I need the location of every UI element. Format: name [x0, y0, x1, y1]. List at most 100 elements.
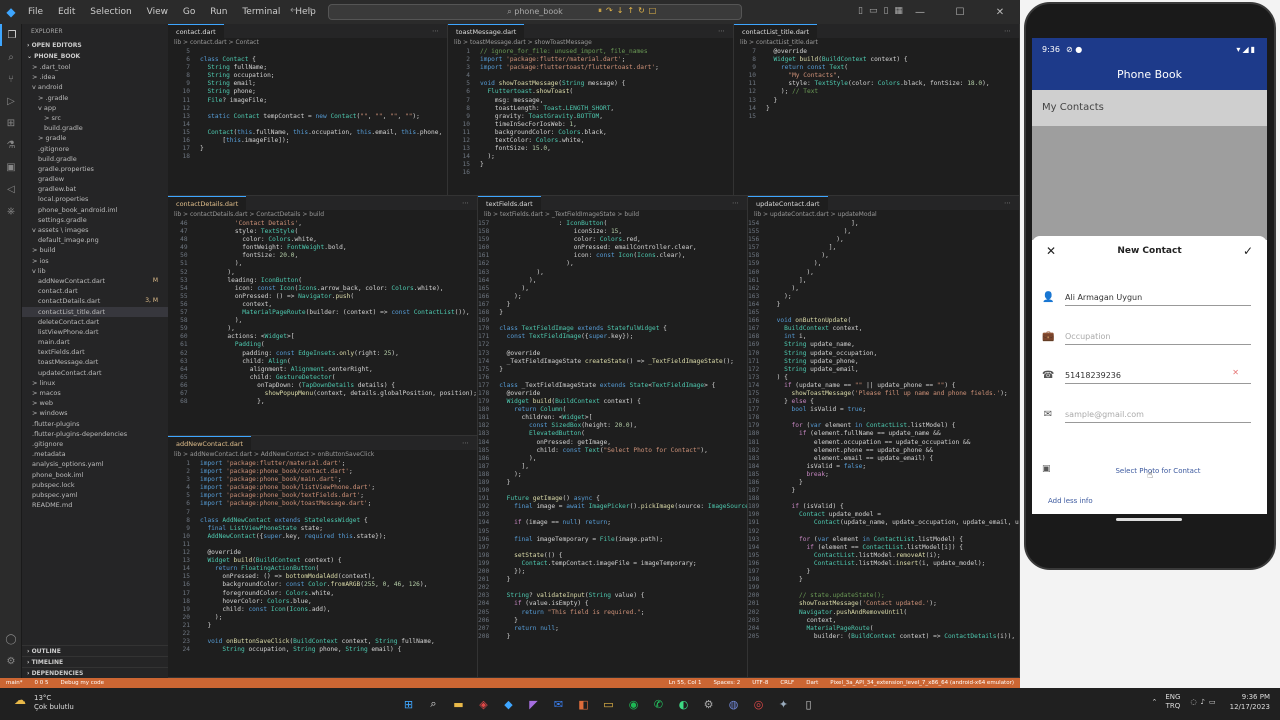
tree-item[interactable]: analysis_options.yaml — [22, 459, 168, 469]
field-value[interactable]: Ali Armagan Uygun — [1065, 293, 1251, 306]
more-actions-icon[interactable]: ⋯ — [1004, 27, 1019, 35]
field-value[interactable]: 51418239236 — [1065, 371, 1251, 384]
tree-item[interactable]: main.dart — [22, 337, 168, 347]
vscode-icon[interactable]: ◆ — [497, 692, 521, 716]
flutter-icon[interactable]: ◁ — [0, 178, 22, 200]
clear-icon[interactable]: ✕ — [1232, 368, 1239, 377]
more-actions-icon[interactable]: ⋯ — [432, 27, 447, 35]
source-control-icon[interactable]: ⑂ — [0, 68, 22, 90]
more-actions-icon[interactable]: ⋯ — [462, 439, 477, 447]
chrome-icon[interactable]: ◎ — [747, 692, 771, 716]
code-area[interactable]: 154 155 156 157 158 159 160 161 162 163 … — [748, 220, 1019, 641]
app-icon[interactable]: ✦ — [772, 692, 796, 716]
editor-tab[interactable]: addNewContact.dart — [168, 436, 252, 450]
powerpoint-icon[interactable]: ◧ — [572, 692, 596, 716]
source-code[interactable]: // ignore_for_file: unused_import, file_… — [476, 48, 659, 178]
spotify-icon[interactable]: ◉ — [622, 692, 646, 716]
tree-item[interactable]: v assets \ images — [22, 225, 168, 235]
contact-field[interactable]: ☎ 51418239236 ✕ — [1032, 362, 1267, 392]
tree-item[interactable]: pubspec.yaml — [22, 490, 168, 500]
tree-item[interactable]: contactList_title.dart — [22, 306, 168, 317]
more-actions-icon[interactable]: ⋯ — [732, 199, 747, 207]
editor-pane-toast[interactable]: toastMessage.dart ⋯ lib > toastMessage.dar… — [448, 24, 734, 196]
tree-item[interactable]: build.gradle — [22, 123, 168, 133]
explorer-icon[interactable]: ❐ — [0, 24, 22, 46]
close-button[interactable]: ✕ — [980, 7, 1020, 18]
folder-icon[interactable]: ▭ — [597, 692, 621, 716]
network-volume-battery-icon[interactable]: ◌♪▭ — [1190, 698, 1219, 706]
command-search[interactable]: ⌕ phone_book — [328, 4, 742, 20]
tree-item[interactable]: > .idea — [22, 72, 168, 82]
editor-tab[interactable]: toastMessage.dart — [448, 24, 525, 38]
more-actions-icon[interactable]: ⋯ — [1004, 199, 1019, 207]
tree-item[interactable]: > linux — [22, 378, 168, 388]
select-photo-button[interactable]: Select Photo for Contact — [1092, 464, 1224, 478]
editor-tab[interactable]: contact.dart — [168, 24, 224, 38]
more-actions-icon[interactable]: ⋯ — [718, 27, 733, 35]
tree-item[interactable]: > macos — [22, 388, 168, 398]
code-area[interactable]: 5 6 7 8 9 10 11 12 13 14 15 16 17 18 cla… — [168, 48, 447, 161]
gesture-handle[interactable] — [1116, 518, 1182, 521]
tree-item[interactable]: v android — [22, 82, 168, 92]
menu-run[interactable]: Run — [210, 7, 227, 17]
tree-item[interactable]: addNewContact.dart M — [22, 276, 168, 286]
editor-pane-updatecontact[interactable]: updateContact.dart ⋯ lib > updateContact.d… — [748, 196, 1020, 678]
remote-icon[interactable]: ⎈ — [0, 200, 22, 222]
whatsapp-icon[interactable]: ✆ — [647, 692, 671, 716]
status-problems[interactable]: 0 0 5 — [35, 678, 49, 688]
visual-studio-icon[interactable]: ◤ — [522, 692, 546, 716]
source-code[interactable]: : IconButton( iconSize: 15, color: Color… — [495, 220, 747, 641]
menu-file[interactable]: File — [28, 7, 43, 17]
extensions-icon[interactable]: ⊞ — [0, 112, 22, 134]
tree-item[interactable]: build.gradle — [22, 154, 168, 164]
code-area[interactable]: 46 47 48 49 50 51 52 53 54 55 56 57 58 5… — [168, 220, 477, 406]
status-encoding[interactable]: UTF-8 — [752, 678, 768, 688]
breadcrumb[interactable]: lib > toastMessage.dart > showToastMessa… — [448, 38, 733, 48]
status-debug[interactable]: Debug my code — [61, 678, 104, 688]
tree-item[interactable]: .gitignore — [22, 144, 168, 154]
tree-item[interactable]: .flutter-plugins-dependencies — [22, 429, 168, 439]
field-value[interactable]: sample@gmail.com — [1065, 410, 1251, 423]
tray-chevron-icon[interactable]: ⌃ — [1151, 698, 1157, 706]
steam-icon[interactable]: ⚙ — [697, 692, 721, 716]
discord-icon[interactable]: ◍ — [722, 692, 746, 716]
menu-terminal[interactable]: Terminal — [242, 7, 280, 17]
run-debug-icon[interactable]: ▷ — [0, 90, 22, 112]
status-branch[interactable]: main* — [6, 678, 23, 688]
tree-item[interactable]: phone_book_android.iml — [22, 205, 168, 215]
tree-item[interactable]: contactDetails.dart 3, M — [22, 296, 168, 306]
source-code[interactable]: 'Contact Details', style: TextStyle( col… — [194, 220, 477, 406]
tree-item[interactable]: > gradle — [22, 133, 168, 143]
docker-icon[interactable]: ▣ — [0, 156, 22, 178]
menu-go[interactable]: Go — [183, 7, 195, 17]
field-value[interactable]: Occupation — [1065, 332, 1251, 345]
settings-gear-icon[interactable]: ⚙ — [0, 650, 22, 672]
editor-tab[interactable]: updateContact.dart — [748, 196, 828, 210]
tree-item[interactable]: README.md — [22, 500, 168, 510]
code-area[interactable]: 1 2 3 4 5 6 7 8 9 10 11 12 13 14 15 16 1… — [168, 460, 477, 654]
minimize-button[interactable]: — — [900, 7, 940, 18]
tree-item[interactable]: settings.gradle — [22, 215, 168, 225]
tree-item[interactable]: toastMessage.dart — [22, 357, 168, 367]
breadcrumb[interactable]: lib > updateContact.dart > updateModal — [748, 210, 1019, 220]
editor-pane-contact[interactable]: contact.dart ⋯ lib > contact.dart > Contac… — [168, 24, 448, 196]
account-icon[interactable]: ◯ — [0, 628, 22, 650]
editor-pane-contactdetails[interactable]: contactDetails.dart ⋯ lib > contactDetails… — [168, 196, 478, 436]
tree-item[interactable]: gradlew — [22, 174, 168, 184]
menu-view[interactable]: View — [147, 7, 168, 17]
tree-item[interactable]: > web — [22, 398, 168, 408]
dependencies-section[interactable]: › DEPENDENCIES — [22, 667, 168, 678]
tree-item[interactable]: > .gradle — [22, 93, 168, 103]
editor-tab[interactable]: contactDetails.dart — [168, 196, 247, 210]
tree-item[interactable]: deleteContact.dart — [22, 317, 168, 327]
tree-item[interactable]: > src — [22, 113, 168, 123]
tree-item[interactable]: gradlew.bat — [22, 184, 168, 194]
add-less-info-link[interactable]: Add less info — [1048, 497, 1093, 505]
open-editors-section[interactable]: › OPEN EDITORS — [22, 40, 168, 51]
tree-item[interactable]: v lib — [22, 266, 168, 276]
contact-field[interactable]: ✉ sample@gmail.com — [1032, 401, 1267, 431]
android-studio-icon[interactable]: ◐ — [672, 692, 696, 716]
tree-item[interactable]: gradle.properties — [22, 164, 168, 174]
maximize-button[interactable]: ☐ — [940, 7, 980, 18]
outlook-icon[interactable]: ✉ — [547, 692, 571, 716]
